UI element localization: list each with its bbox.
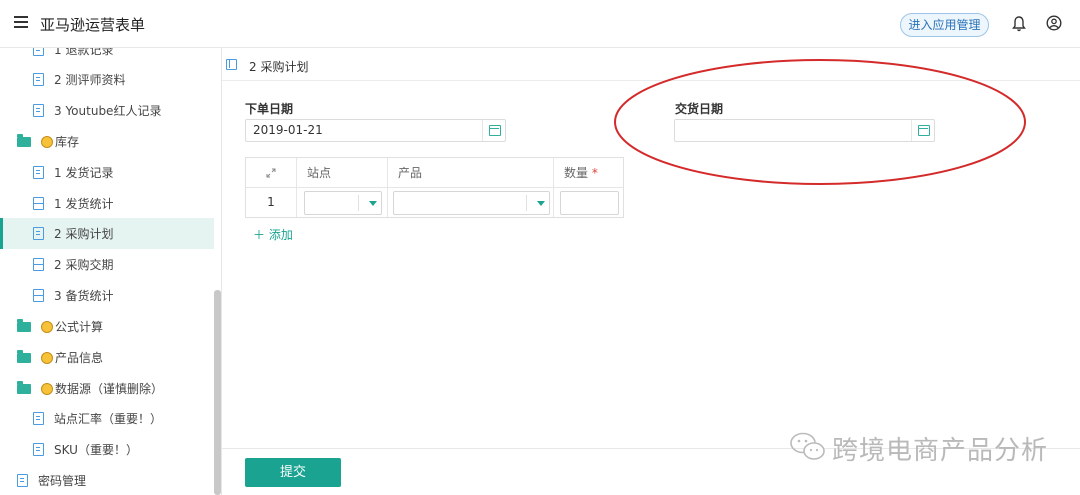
folder-icon — [17, 349, 31, 363]
required-mark: * — [591, 166, 598, 180]
sidebar-item-label: 2 采购交期 — [54, 258, 114, 272]
sidebar-item-label: 2 采购计划 — [54, 227, 114, 241]
order-date-field[interactable]: 2019-01-21 — [245, 119, 506, 142]
sidebar-item-label: 库存 — [55, 135, 80, 149]
add-row-button[interactable]: ＋ 添加 — [253, 226, 293, 243]
enter-app-management-button[interactable]: 进入应用管理 — [900, 13, 989, 37]
order-date-label: 下单日期 — [245, 102, 294, 116]
product-cell — [388, 188, 554, 217]
folder-icon — [17, 380, 31, 394]
sidebar-item-exchange-rate[interactable]: 站点汇率（重要！） — [0, 403, 214, 434]
emoji-icon — [41, 382, 53, 395]
sidebar-item-label: 3 备货统计 — [54, 289, 114, 303]
menu-icon[interactable] — [14, 16, 28, 30]
sidebar-item-password-management[interactable]: 密码管理 — [0, 465, 214, 495]
document-icon — [33, 227, 44, 240]
sidebar-item-sku[interactable]: SKU（重要！） — [0, 434, 214, 465]
sidebar-scrollbar[interactable] — [214, 290, 221, 495]
sidebar-item-shipping-stats[interactable]: 1 发货统计 — [0, 188, 214, 219]
document-icon — [33, 73, 44, 86]
sidebar-item-purchase-plan[interactable]: 2 采购计划 — [0, 218, 214, 249]
dropdown-caret-icon — [537, 201, 545, 206]
emoji-icon — [41, 351, 53, 364]
sidebar-item-purchase-lead-time[interactable]: 2 采购交期 — [0, 249, 214, 280]
report-icon — [33, 197, 44, 210]
quantity-input[interactable] — [560, 191, 619, 215]
sidebar: 1 退款记录 2 测评师资料 3 Youtube红人记录 库存 1 发货记录 1… — [0, 48, 222, 495]
sidebar-item-label: 密码管理 — [38, 474, 87, 488]
sidebar-folder-formula[interactable]: 公式计算 — [0, 311, 214, 342]
sidebar-item-label: 3 Youtube红人记录 — [54, 104, 162, 118]
folder-icon — [17, 318, 31, 332]
add-row-label: 添加 — [268, 228, 293, 242]
document-icon — [33, 166, 44, 179]
plus-icon: ＋ — [253, 228, 266, 242]
document-icon — [33, 48, 44, 56]
top-bar: 亚马逊运营表单 进入应用管理 — [0, 0, 1080, 48]
sidebar-folder-inventory[interactable]: 库存 — [0, 126, 214, 157]
bell-icon[interactable] — [1012, 16, 1026, 32]
sidebar-item-shipping-records[interactable]: 1 发货记录 — [0, 157, 214, 188]
folder-icon — [17, 133, 31, 147]
sidebar-item-label: 公式计算 — [55, 320, 104, 334]
calendar-icon[interactable] — [482, 120, 505, 141]
document-icon — [33, 443, 44, 456]
emoji-icon — [41, 135, 53, 148]
order-date-value: 2019-01-21 — [253, 123, 323, 137]
toggle-sidebar-icon[interactable] — [226, 59, 237, 70]
emoji-icon — [41, 320, 53, 333]
sidebar-item-label: 1 退款记录 — [54, 48, 114, 57]
sidebar-item-label: 站点汇率（重要！） — [54, 412, 163, 426]
purchase-items-table: 站点 产品 数量 * 1 — [245, 157, 624, 218]
row-index: 1 — [246, 188, 297, 217]
site-select[interactable] — [304, 191, 382, 215]
column-header-site: 站点 — [297, 158, 388, 188]
sidebar-item-label: 1 发货统计 — [54, 197, 114, 211]
sidebar-item-refund-records[interactable]: 1 退款记录 — [0, 48, 214, 65]
product-select[interactable] — [393, 191, 550, 215]
column-header-product: 产品 — [388, 158, 554, 188]
sidebar-item-reviewer-data[interactable]: 2 测评师资料 — [0, 64, 214, 95]
sidebar-item-youtube-influencers[interactable]: 3 Youtube红人记录 — [0, 95, 214, 126]
annotation-ellipse — [614, 59, 1026, 185]
sidebar-item-label: 数据源（谨慎删除） — [55, 382, 164, 396]
sidebar-item-label: 1 发货记录 — [54, 166, 114, 180]
sidebar-item-stock-stats[interactable]: 3 备货统计 — [0, 280, 214, 311]
wechat-icon — [790, 432, 825, 460]
sidebar-folder-data-source[interactable]: 数据源（谨慎删除） — [0, 373, 214, 404]
sidebar-folder-product-info[interactable]: 产品信息 — [0, 342, 214, 373]
page-title: 2 采购计划 — [249, 60, 309, 74]
sidebar-item-label: SKU（重要！） — [54, 443, 138, 457]
app-title: 亚马逊运营表单 — [40, 16, 146, 34]
watermark-text: 跨境电商产品分析 — [832, 436, 1049, 466]
column-header-label: 数量 — [564, 166, 589, 180]
document-icon — [33, 412, 44, 425]
report-icon — [33, 289, 44, 302]
document-icon — [17, 474, 28, 487]
user-avatar-icon[interactable] — [1046, 15, 1062, 31]
expand-icon[interactable] — [266, 168, 276, 178]
document-icon — [33, 104, 44, 117]
sidebar-item-label: 2 测评师资料 — [54, 73, 126, 87]
sidebar-item-label: 产品信息 — [55, 351, 104, 365]
expand-header-cell — [246, 158, 297, 188]
site-cell — [297, 188, 388, 217]
report-icon — [33, 258, 44, 271]
submit-button[interactable]: 提交 — [245, 458, 341, 487]
dropdown-caret-icon — [369, 201, 377, 206]
